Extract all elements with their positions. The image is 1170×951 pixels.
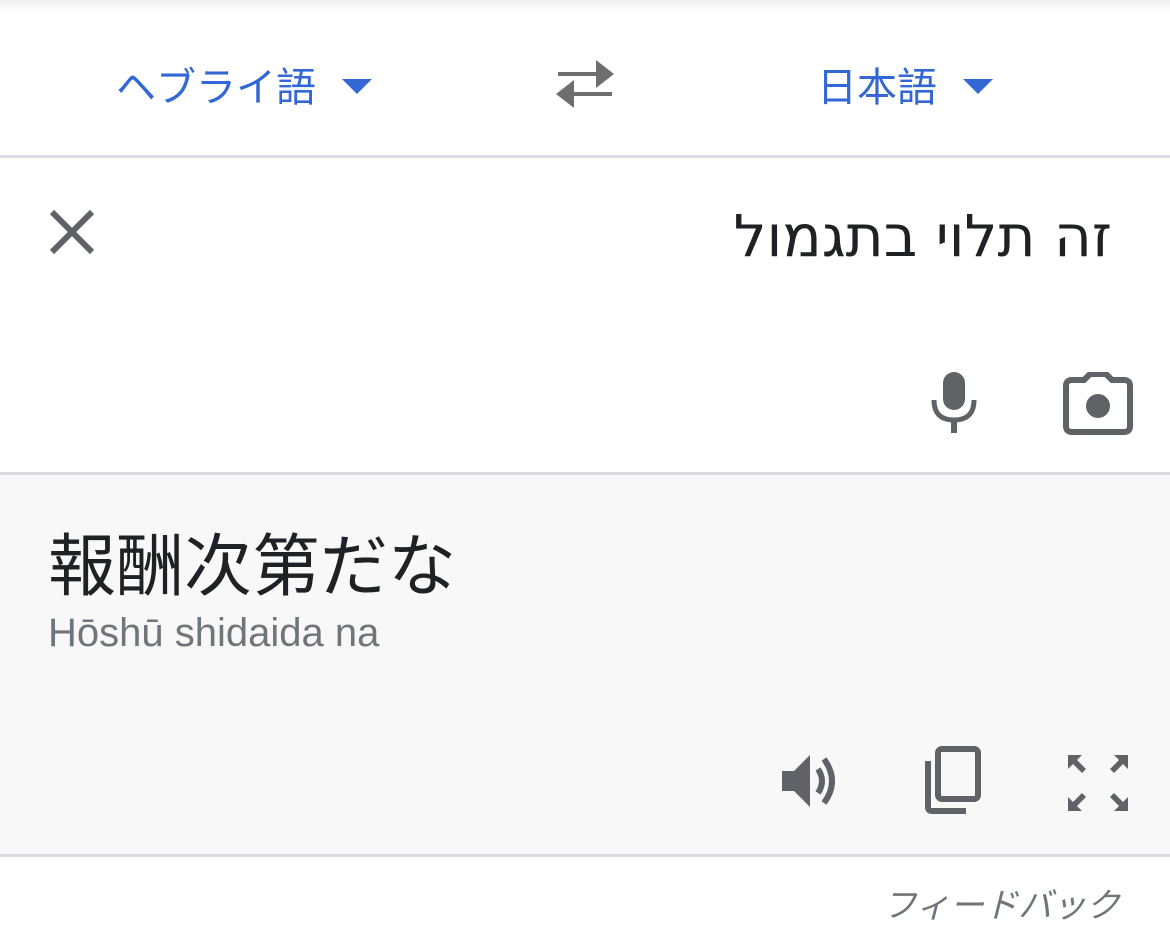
microphone-icon [931, 372, 977, 433]
copy-icon [925, 746, 981, 814]
chevron-down-icon [342, 79, 372, 94]
fullscreen-icon [1068, 755, 1128, 811]
romanization-text: Hōshū shidaida na [48, 611, 380, 655]
source-language-label: ヘブライ語 [116, 64, 316, 111]
source-input-area[interactable]: זה תלוי בתגמול [0, 158, 1170, 472]
swap-arrows-icon [556, 60, 614, 108]
source-language-selector[interactable]: ヘブライ語 [116, 12, 372, 155]
feedback-link[interactable]: フィードバック [883, 878, 1120, 927]
close-icon [49, 209, 95, 255]
translated-text: 報酬次第だな [48, 528, 457, 607]
swap-languages-button[interactable] [552, 58, 618, 108]
target-language-label: 日本語 [817, 64, 937, 111]
camera-icon [1063, 371, 1133, 435]
voice-input-button[interactable] [926, 370, 982, 436]
fullscreen-button[interactable] [1064, 751, 1132, 815]
camera-input-button[interactable] [1062, 371, 1134, 436]
speaker-icon [782, 755, 835, 807]
translation-output-area: 報酬次第だな Hōshū shidaida na [0, 475, 1170, 854]
copy-button[interactable] [920, 745, 984, 815]
listen-button[interactable] [778, 749, 842, 813]
target-language-selector[interactable]: 日本語 [817, 12, 993, 155]
divider [0, 854, 1170, 857]
clear-button[interactable] [44, 204, 100, 260]
language-bar: ヘブライ語 日本語 [0, 12, 1170, 155]
chevron-down-icon [963, 79, 993, 94]
top-shadow [0, 0, 1170, 12]
source-text[interactable]: זה תלוי בתגמול [734, 202, 1112, 270]
